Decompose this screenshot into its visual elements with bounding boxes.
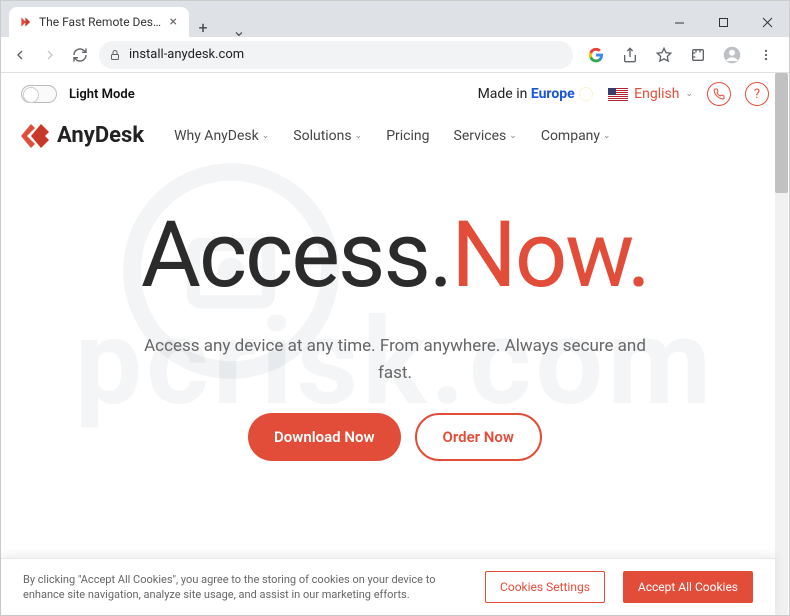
new-tab-button[interactable]: +	[189, 18, 217, 37]
browser-tab[interactable]: The Fast Remote Desktop Applic ×	[9, 7, 189, 37]
profile-avatar-icon[interactable]	[721, 44, 743, 66]
lock-icon	[109, 49, 121, 61]
extensions-icon[interactable]	[687, 44, 709, 66]
scrollbar-thumb[interactable]	[775, 73, 788, 193]
hero-tagline: Access any device at any time. From anyw…	[135, 333, 655, 387]
light-mode-toggle[interactable]	[21, 85, 57, 103]
address-bar[interactable]: install-anydesk.com	[99, 41, 573, 69]
cta-row: Download Now Order Now	[21, 413, 769, 461]
forward-button	[39, 44, 61, 66]
google-icon[interactable]	[585, 44, 607, 66]
language-label: English	[634, 86, 679, 102]
logo-text: AnyDesk	[57, 123, 144, 148]
window-minimize-button[interactable]	[657, 7, 701, 37]
window-maximize-button[interactable]	[701, 7, 745, 37]
light-mode-label: Light Mode	[69, 87, 135, 102]
chevron-down-icon: ⌄	[355, 131, 363, 141]
hero-title: Access.Now.	[21, 202, 769, 309]
cookie-banner: By clicking "Accept All Cookies", you ag…	[1, 558, 775, 615]
nav-company[interactable]: Company⌄	[541, 128, 611, 144]
chevron-down-icon: ⌄	[603, 131, 611, 141]
nav-why[interactable]: Why AnyDesk⌄	[174, 128, 269, 144]
cookie-text: By clicking "Accept All Cookies", you ag…	[23, 572, 467, 603]
us-flag-icon	[608, 88, 628, 101]
cookie-accept-button[interactable]: Accept All Cookies	[623, 571, 753, 603]
tab-title: The Fast Remote Desktop Applic	[39, 15, 162, 29]
browser-toolbar: install-anydesk.com	[1, 37, 789, 73]
hero-section: Access.Now. Access any device at any tim…	[1, 162, 789, 461]
phone-icon[interactable]	[707, 82, 731, 106]
share-icon[interactable]	[619, 44, 641, 66]
cookie-settings-button[interactable]: Cookies Settings	[485, 571, 605, 603]
vertical-scrollbar[interactable]	[775, 73, 788, 615]
nav-services[interactable]: Services⌄	[454, 128, 517, 144]
download-button[interactable]: Download Now	[248, 413, 401, 461]
help-icon[interactable]: ?	[745, 82, 769, 106]
language-selector[interactable]: English ⌄	[608, 86, 693, 102]
tab-favicon	[19, 15, 33, 29]
utility-bar: Light Mode Made in Europe English ⌄ ?	[1, 73, 789, 115]
chevron-down-icon: ⌄	[262, 131, 270, 141]
nav-pricing[interactable]: Pricing	[386, 128, 429, 144]
window-titlebar: The Fast Remote Desktop Applic × + ⌄	[1, 1, 789, 37]
tab-close-icon[interactable]: ×	[168, 14, 179, 30]
nav-solutions[interactable]: Solutions⌄	[293, 128, 362, 144]
url-text: install-anydesk.com	[129, 47, 244, 62]
tabs-chevron-icon[interactable]: ⌄	[217, 21, 261, 40]
made-in-label: Made in Europe	[478, 86, 595, 102]
brand-logo[interactable]: AnyDesk	[21, 123, 144, 148]
browser-menu-icon[interactable]	[755, 44, 777, 66]
reload-button[interactable]	[69, 44, 91, 66]
nav-menu: Why AnyDesk⌄ Solutions⌄ Pricing Services…	[174, 128, 611, 144]
chevron-down-icon: ⌄	[685, 89, 693, 99]
eu-flag-icon	[578, 86, 594, 102]
main-nav: AnyDesk Why AnyDesk⌄ Solutions⌄ Pricing …	[1, 115, 789, 162]
window-close-button[interactable]	[745, 7, 789, 37]
back-button[interactable]	[9, 44, 31, 66]
bookmark-star-icon[interactable]	[653, 44, 675, 66]
chevron-down-icon: ⌄	[509, 131, 517, 141]
logo-icon	[21, 124, 49, 148]
order-button[interactable]: Order Now	[415, 413, 542, 461]
